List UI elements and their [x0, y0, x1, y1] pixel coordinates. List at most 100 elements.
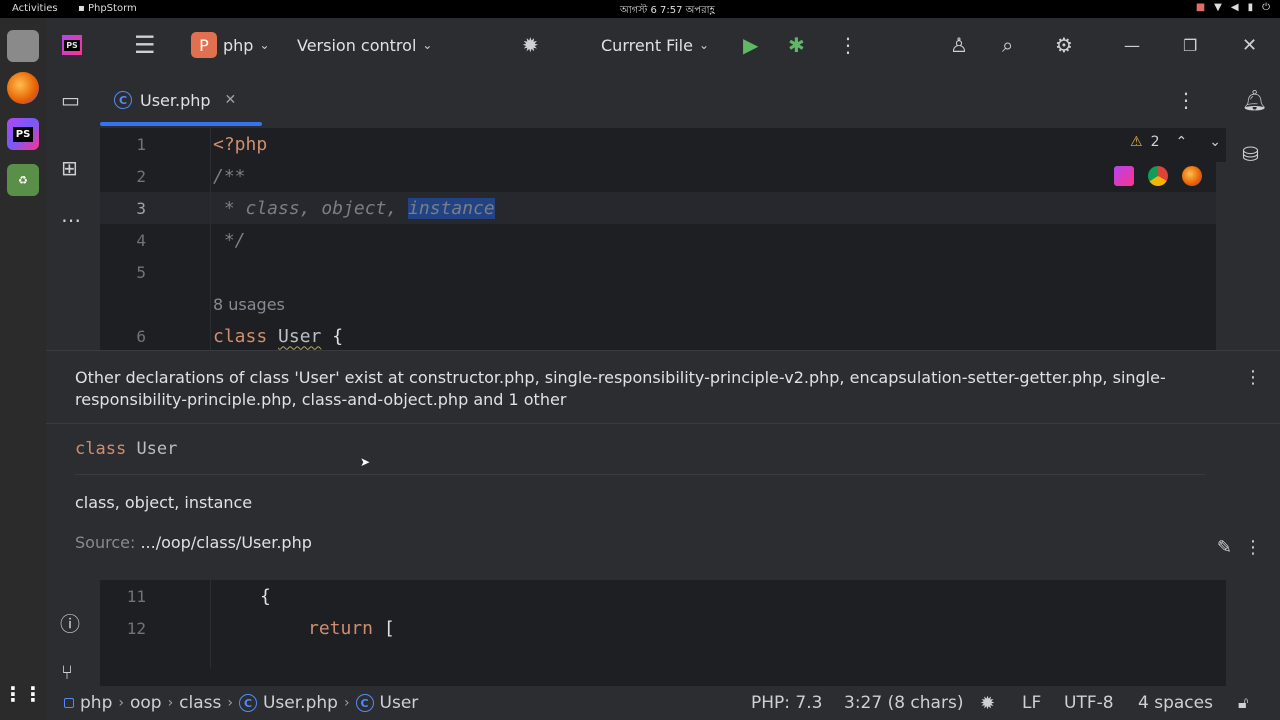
settings-gear-icon[interactable]: ⚙ — [1055, 18, 1073, 72]
ide-window: PS ☰ P php ⌄ Version control ⌄ ✹ Current… — [46, 18, 1280, 720]
readonly-lock-icon[interactable]: 🔓︎ — [1238, 686, 1248, 720]
bracket: [ — [373, 617, 395, 639]
search-icon[interactable]: ⌕ — [1002, 18, 1013, 72]
main-menu-icon[interactable]: ☰ — [134, 18, 156, 72]
editor-scrollbar[interactable] — [1216, 162, 1226, 368]
browser-bar — [1114, 166, 1202, 186]
code-text: return [ — [308, 618, 395, 639]
tab-user-php[interactable]: C User.php ✕ — [114, 84, 236, 116]
popup-warning-text: Other declarations of class 'User' exist… — [75, 368, 1166, 409]
code-text: */ — [213, 229, 246, 251]
popup-doc-text: class, object, instance — [75, 493, 253, 512]
status-bar: php › oop › class › C User.php › C User … — [46, 686, 1280, 720]
indent-setting[interactable]: 4 spaces — [1138, 686, 1213, 720]
mouse-cursor-icon: ➤ — [360, 455, 371, 469]
next-highlight-icon[interactable]: ⌄ — [1209, 134, 1221, 150]
chevron-right-icon: › — [118, 695, 124, 711]
trash-icon[interactable]: ♻ — [7, 164, 39, 196]
chevron-down-icon: ⌄ — [422, 38, 433, 52]
code-line: 11 { — [100, 580, 1226, 612]
firefox-icon[interactable] — [7, 72, 39, 104]
code-editor[interactable]: 1 <?php 2 /** 3 * class, object, instanc… — [100, 128, 1226, 368]
popup-signature: class User — [75, 439, 177, 459]
code-editor-lower[interactable]: 11 { 12 return [ — [100, 580, 1226, 668]
power-icon: ⏻ — [1262, 2, 1270, 13]
chrome-icon[interactable] — [1148, 166, 1168, 186]
code-text: <?php — [213, 133, 268, 155]
popup-more-icon[interactable]: ⋮ — [1244, 537, 1262, 558]
usages-hint[interactable]: 8 usages — [100, 288, 1226, 320]
minimize-icon[interactable]: — — [1124, 18, 1140, 72]
app-menu[interactable]: ▪ PhpStorm — [78, 3, 137, 14]
class-file-icon: C — [114, 91, 132, 109]
volume-icon: ◀ — [1230, 2, 1239, 13]
line-number: 4 — [136, 230, 146, 250]
code-line-current: 3 * class, object, instance — [100, 192, 1226, 224]
project-selector[interactable]: P php ⌄ — [191, 18, 270, 72]
edit-source-icon[interactable]: ✎ — [1217, 537, 1232, 558]
git-branch-icon[interactable]: ⑂ — [61, 660, 73, 684]
class-name: User — [278, 325, 322, 347]
code-text: { — [260, 585, 271, 607]
notifications-bell-icon[interactable]: 🔔︎ — [1242, 88, 1267, 112]
chevron-down-icon: ⌄ — [698, 38, 710, 52]
close-window-icon[interactable]: ✕ — [1242, 18, 1257, 72]
debug-listener-icon[interactable]: ✹ — [980, 686, 995, 720]
previous-highlight-icon[interactable]: ⌃ — [1175, 134, 1187, 150]
caret-position[interactable]: 3:27 (8 chars) — [844, 686, 963, 720]
camera-icon: ■ — [1195, 2, 1206, 13]
file-encoding[interactable]: UTF-8 — [1064, 686, 1114, 720]
run-icon[interactable]: ▶ — [743, 18, 758, 72]
breadcrumb: php › oop › class › C User.php › C User — [64, 686, 418, 720]
keyword: return — [308, 617, 374, 639]
project-badge: P — [191, 32, 217, 58]
keyword: class — [213, 325, 268, 347]
php-language-level[interactable]: PHP: 7.3 — [751, 686, 822, 720]
vcs-selector[interactable]: Version control ⌄ — [297, 18, 432, 72]
gutter-separator — [210, 128, 211, 368]
code-text: class User { — [213, 326, 343, 347]
debug-off-icon[interactable]: ✹ — [522, 18, 539, 72]
database-icon[interactable]: ⛁ — [1242, 142, 1259, 166]
restore-icon[interactable]: ❐ — [1183, 18, 1197, 72]
firefox-browser-icon[interactable] — [1182, 166, 1202, 186]
activities-button[interactable]: Activities — [12, 3, 58, 14]
usages-label: 8 usages — [213, 294, 285, 314]
breadcrumb-item[interactable]: oop — [130, 693, 162, 713]
line-number: 3 — [136, 198, 146, 218]
run-config-selector[interactable]: Current File ⌄ — [601, 18, 709, 72]
breadcrumb-item[interactable]: php — [80, 693, 112, 713]
line-number: 5 — [136, 262, 146, 282]
structure-icon[interactable]: ⊞ — [61, 156, 78, 180]
popup-source: Source: .../oop/class/User.php — [75, 533, 312, 552]
source-path-link[interactable]: .../oop/class/User.php — [140, 533, 311, 552]
popup-options-icon[interactable]: ⋮ — [1244, 367, 1262, 388]
close-tab-icon[interactable]: ✕ — [225, 92, 237, 108]
show-apps-icon[interactable]: ⋮⋮ — [3, 678, 43, 710]
wifi-icon: ▼ — [1214, 2, 1222, 13]
line-separator[interactable]: LF — [1022, 686, 1041, 720]
tab-options-icon[interactable]: ⋮ — [1176, 88, 1196, 112]
chevron-right-icon: › — [343, 695, 350, 711]
phpstorm-browser-icon[interactable] — [1114, 166, 1134, 186]
line-number: 2 — [136, 166, 146, 186]
files-icon[interactable] — [7, 30, 39, 62]
brace: { — [321, 325, 344, 347]
problems-icon[interactable]: ⓘ — [60, 608, 80, 637]
documentation-popup: Other declarations of class 'User' exist… — [46, 350, 1280, 580]
phpstorm-icon[interactable]: PS — [7, 118, 39, 150]
chevron-right-icon: › — [227, 695, 233, 711]
more-actions-icon[interactable]: ⋮ — [838, 18, 858, 72]
system-tray[interactable]: ■ ▼ ◀ ▮ ⏻ — [1196, 2, 1270, 13]
breadcrumb-item[interactable]: class — [179, 693, 221, 713]
breadcrumb-item[interactable]: User.php — [263, 693, 338, 713]
project-folder-icon[interactable]: ▭ — [61, 88, 80, 112]
inspection-widget[interactable]: ⚠ 2 ⌃ ⌄ — [1130, 134, 1221, 150]
add-user-icon[interactable]: ♙ — [950, 18, 968, 72]
more-tools-icon[interactable]: ⋯ — [61, 208, 81, 232]
tab-label: User.php — [140, 90, 211, 110]
breadcrumb-item[interactable]: User — [380, 693, 419, 713]
debug-icon[interactable]: ✱ — [788, 18, 805, 72]
code-line: 5 — [100, 256, 1226, 288]
phpstorm-logo-icon: PS — [62, 18, 82, 72]
